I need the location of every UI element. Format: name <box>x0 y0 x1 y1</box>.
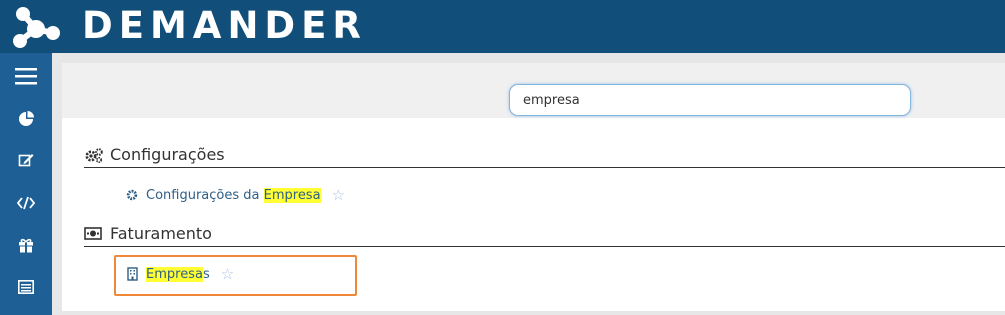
search-result-empresas[interactable]: Empresas ☆ <box>125 265 234 283</box>
hamburger-menu-icon <box>15 68 37 85</box>
section-title: Faturamento <box>110 224 212 243</box>
search-input[interactable] <box>509 84 911 116</box>
bottom-border <box>62 311 1005 315</box>
money-bill-icon <box>84 226 104 242</box>
search-highlight: Empresa <box>146 266 203 282</box>
edit-icon <box>18 154 34 167</box>
sidebar-menu-toggle[interactable] <box>0 56 52 96</box>
search-result-configuracoes-da-empresa[interactable]: Configurações da Empresa ☆ <box>125 186 345 204</box>
sidebar-item-code[interactable] <box>0 183 52 223</box>
gift-icon <box>19 238 33 253</box>
section-header-faturamento: Faturamento <box>84 221 1005 247</box>
gear-icon <box>125 188 139 202</box>
logo-text: DEMANDER <box>82 4 367 47</box>
list-icon <box>18 280 34 294</box>
sidebar-item-edit[interactable] <box>0 140 52 180</box>
search-bar-area <box>62 53 1005 118</box>
top-header: DEMANDER <box>0 0 1005 53</box>
building-icon <box>125 267 139 281</box>
favorite-star-icon[interactable]: ☆ <box>221 265 234 283</box>
favorite-star-icon[interactable]: ☆ <box>332 186 345 204</box>
cogs-icon <box>84 147 104 163</box>
sidebar-item-gift[interactable] <box>0 225 52 265</box>
main-content: Configurações Configurações da Empresa ☆… <box>62 53 1005 315</box>
result-label: Empresas <box>146 266 210 282</box>
result-label: Configurações da Empresa <box>146 187 321 203</box>
section-header-configuracoes: Configurações <box>84 142 1005 168</box>
logo-icon <box>13 7 60 48</box>
section-title: Configurações <box>110 145 225 164</box>
sidebar <box>0 53 52 315</box>
code-icon <box>17 196 35 210</box>
search-highlight: Empresa <box>263 187 321 203</box>
pie-chart-icon <box>19 111 34 126</box>
sidebar-gutter <box>52 53 62 315</box>
sidebar-item-list[interactable] <box>0 267 52 307</box>
sidebar-item-dashboard[interactable] <box>0 99 52 139</box>
